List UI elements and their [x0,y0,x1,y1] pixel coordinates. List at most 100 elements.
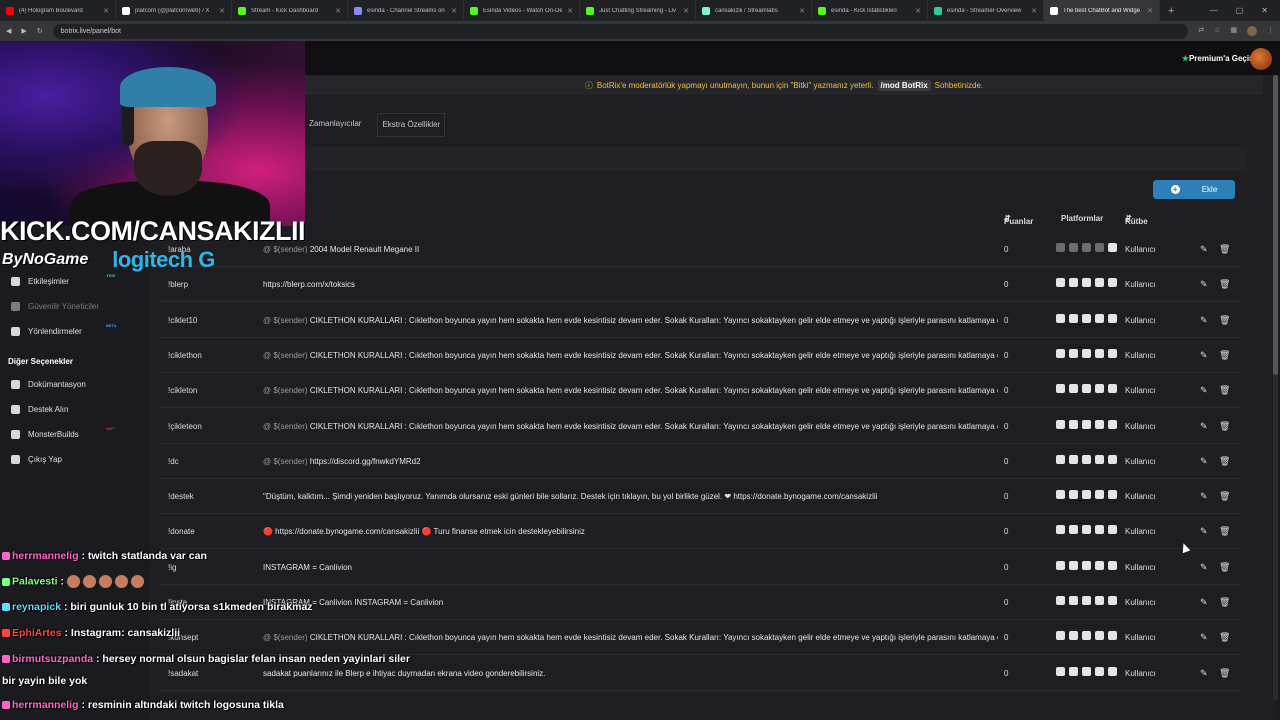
maximize-icon[interactable]: ▢ [1236,6,1244,15]
browser-tab[interactable]: The best ChatBot and Widge ✕ [1044,0,1160,21]
column-points[interactable]: Puanlar ⇵ [1004,214,1033,226]
forward-icon[interactable]: ▶ [21,27,26,35]
edit-icon[interactable]: ✎ [1200,526,1208,537]
response-text: 🔴 https://donate.bynogame.com/cansakizli… [263,527,585,537]
browser-tab[interactable]: esinda - Channel Streams on ✕ [348,0,464,21]
trash-icon[interactable]: 🗑 [1219,279,1230,290]
trash-icon[interactable]: 🗑 [1219,456,1230,467]
trash-icon[interactable]: 🗑 [1219,315,1230,326]
edit-icon[interactable]: ✎ [1200,315,1208,326]
browser-tab[interactable]: (4) Hologram Boulevard ✕ [0,0,116,21]
new-tab-button[interactable]: + [1160,5,1182,17]
edit-icon[interactable]: ✎ [1200,456,1208,467]
kick-icon [1108,419,1117,429]
sidebar-item[interactable]: Çıkış Yap [11,455,62,464]
sidebar-item[interactable]: Dokümantasyon [11,380,86,389]
response-text: CIKLETHON KURALLARI : Cıklethon boyunca … [309,633,998,643]
command-response: @ $(sender) 2004 Model Renault Megane II [263,245,998,254]
tab-extra-features[interactable]: Ekstra Özellikler [377,113,446,137]
chat-badge-icon [2,701,10,710]
trash-icon[interactable]: 🗑 [1219,491,1230,502]
tab-timers[interactable]: Zamanlayıcılar [305,113,365,137]
platform-icons [1056,490,1117,500]
browser-tab[interactable]: esinda - Streamer Overview ✕ [928,0,1044,21]
sender-variable: @ $(sender) [263,315,308,325]
sidebar-item[interactable]: Yönlendirmeler BETA [11,323,117,336]
command-points: 0 [1004,668,1009,678]
browser-tab[interactable]: Esinda Videos - Watch On-De ✕ [464,0,580,21]
trovo-icon [1095,454,1104,464]
edit-icon[interactable]: ✎ [1200,668,1208,679]
reload-icon[interactable]: ↻ [37,27,43,35]
shield-icon [1056,243,1065,252]
browser-tab[interactable]: platcorn (@platcornweb) / X ✕ [116,0,232,21]
translate-icon[interactable]: ⇄ [1198,26,1204,36]
scrollbar-thumb[interactable] [1273,75,1278,375]
close-tab-icon[interactable]: ✕ [799,7,805,15]
response-text: CIKLETHON KURALLARI : Cıklethon boyunca … [309,421,998,431]
browser-tab[interactable]: Stream - Kick Dashboard ✕ [232,0,348,21]
chat-badge-icon [2,552,10,561]
edit-icon[interactable]: ✎ [1200,597,1208,608]
minimize-icon[interactable]: — [1210,6,1218,15]
close-tab-icon[interactable]: ✕ [335,7,341,15]
url-field[interactable]: botrix.live/panel/bot [52,23,1189,39]
page-scrollbar[interactable] [1273,75,1278,700]
extensions-icon[interactable]: ▦ [1230,26,1237,36]
browser-tab[interactable]: cansakizlii / Streamlabs ✕ [696,0,812,21]
browser-tab[interactable]: esinda - Kick İstatistikleri ✕ [812,0,928,21]
chat-message: herrmannelig : resminin altındaki twitch… [2,699,284,711]
trash-icon[interactable]: 🗑 [1219,244,1230,255]
trash-icon[interactable]: 🗑 [1219,597,1230,608]
edit-icon[interactable]: ✎ [1200,421,1208,432]
command-response: INSTAGRAM = Canlivion INSTAGRAM = Canliv… [263,598,998,607]
sidebar-item[interactable]: Etkileşimler YENİ [11,273,115,286]
trash-icon[interactable]: 🗑 [1219,632,1230,643]
edit-icon[interactable]: ✎ [1200,491,1208,502]
column-rank[interactable]: Rütbe ⇵ [1125,214,1148,226]
edit-icon[interactable]: ✎ [1200,279,1208,290]
kick-icon [1108,631,1117,641]
close-tab-icon[interactable]: ✕ [915,7,921,15]
back-icon[interactable]: ◀ [6,27,11,35]
sidebar-item[interactable]: MonsterBuilds HOT [11,426,114,439]
command-rank: Kullanıcı [1125,386,1156,396]
close-tab-icon[interactable]: ✕ [683,7,689,15]
premium-link[interactable]: ★Premium'a Geçin [1182,54,1254,63]
response-text: CIKLETHON KURALLARI : Cıklethon boyunca … [309,315,998,325]
chat-username: Palavesti [12,575,58,588]
close-tab-icon[interactable]: ✕ [1147,7,1153,15]
close-tab-icon[interactable]: ✕ [451,7,457,15]
sidebar-item[interactable]: Güvenilir Yöneticiler [11,302,99,311]
close-tab-icon[interactable]: ✕ [103,7,109,15]
trash-icon[interactable]: 🗑 [1219,385,1230,396]
close-tab-icon[interactable]: ✕ [219,7,225,15]
edit-icon[interactable]: ✎ [1200,632,1208,643]
edit-icon[interactable]: ✎ [1200,385,1208,396]
trash-icon[interactable]: 🗑 [1219,562,1230,573]
trash-icon[interactable]: 🗑 [1219,526,1230,537]
trash-icon[interactable]: 🗑 [1219,421,1230,432]
user-avatar[interactable] [1250,48,1272,70]
chat-message: Palavesti : [2,575,147,588]
edit-icon[interactable]: ✎ [1200,562,1208,573]
close-tab-icon[interactable]: ✕ [1031,7,1037,15]
profile-avatar[interactable] [1247,26,1257,36]
chat-text: : Instagram: cansakizlii [64,627,181,639]
tab-favicon-icon [934,6,942,15]
add-command-button[interactable]: + Ekle [1153,180,1235,199]
sidebar-item[interactable]: Destek Alın [11,405,68,414]
close-window-icon[interactable]: ✕ [1261,6,1268,15]
bookmark-star-icon[interactable]: ☆ [1214,26,1220,36]
chat-message: birmutsuzpanda : hersey normal olsun bag… [2,653,410,665]
chat-text: : hersey normal olsun bagislar felan ins… [96,653,410,665]
chat-emote-icon [82,575,96,588]
browser-tab[interactable]: Just Chatting Streaming - Liv ✕ [580,0,696,21]
close-tab-icon[interactable]: ✕ [567,7,573,15]
tab-favicon-icon [6,6,14,15]
menu-icon[interactable]: ⋮ [1267,26,1274,36]
edit-icon[interactable]: ✎ [1200,350,1208,361]
edit-icon[interactable]: ✎ [1200,244,1208,255]
trash-icon[interactable]: 🗑 [1219,350,1230,361]
trash-icon[interactable]: 🗑 [1219,668,1230,679]
